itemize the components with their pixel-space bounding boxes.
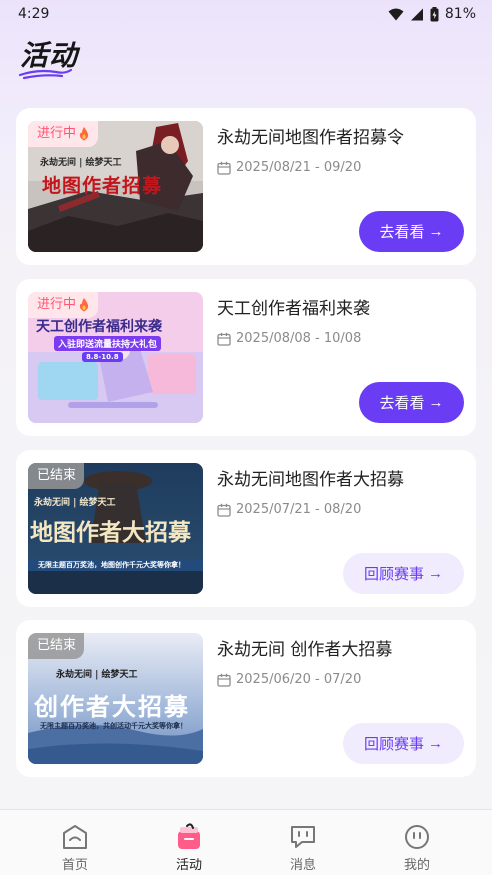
activity-banner[interactable]: 天工创作者福利来袭 入驻即送流量扶持大礼包 8.8-10.8 进行中: [28, 292, 203, 423]
title-underline: [18, 68, 73, 80]
activity-banner[interactable]: 永劫无间 | 绘梦天工 创作者大招募 无限主题百万奖池，共创活动千元大奖等你拿！…: [28, 633, 203, 764]
status-tag: 进行中: [28, 121, 99, 147]
banner-dates: 8.8-10.8: [82, 352, 123, 362]
signal-icon: [410, 8, 423, 20]
button-label: 回顾赛事: [363, 736, 424, 753]
tab-profile[interactable]: 我的: [362, 810, 472, 875]
activity-date: 2025/07/21 - 08/20: [217, 502, 361, 517]
banner-headline: 地图作者招募: [42, 175, 163, 197]
status-time: 4:29: [18, 6, 50, 22]
wifi-icon: [388, 8, 404, 20]
tab-home[interactable]: 首页: [20, 810, 130, 875]
activity-date-range: 2025/08/21 - 09/20: [236, 160, 362, 175]
banner-headline: 地图作者大招募: [30, 519, 191, 546]
status-tag-label: 已结束: [37, 468, 77, 483]
status-tag-label: 已结束: [37, 638, 77, 653]
activity-card[interactable]: 永劫无间 | 绘梦天工 创作者大招募 无限主题百万奖池，共创活动千元大奖等你拿！…: [16, 620, 476, 777]
review-event-button[interactable]: 回顾赛事 →: [343, 723, 464, 764]
activity-date-range: 2025/06/20 - 07/20: [236, 672, 362, 687]
activity-card[interactable]: 天工创作者福利来袭 入驻即送流量扶持大礼包 8.8-10.8 进行中 天工创作者…: [16, 279, 476, 436]
activity-date: 2025/08/08 - 10/08: [217, 331, 361, 346]
arrow-right-icon: →: [428, 565, 443, 582]
activity-title: 天工创作者福利来袭: [217, 299, 370, 319]
banner-logo: 永劫无间 | 绘梦天工: [40, 158, 122, 168]
banner-logo: 永劫无间 | 绘梦天工: [56, 670, 138, 680]
fire-icon: [79, 298, 89, 312]
fire-icon: [79, 127, 89, 141]
activity-banner[interactable]: 永劫无间 | 绘梦天工 地图作者招募 进行中: [28, 121, 203, 252]
arrow-right-icon: →: [428, 394, 444, 411]
battery-level: 81%: [444, 6, 476, 22]
button-label: 去看看: [379, 224, 425, 241]
activity-title: 永劫无间 创作者大招募: [217, 640, 393, 660]
message-icon: [291, 826, 315, 848]
banner-subtitle: 入驻即送流量扶持大礼包: [54, 336, 162, 351]
activity-card[interactable]: 永劫无间 | 绘梦天工 地图作者大招募 无限主题百万奖池，地图创作千元大奖等你拿…: [16, 450, 476, 607]
arrow-right-icon: →: [428, 735, 443, 752]
banner-headline: 创作者大招募: [34, 692, 190, 721]
status-tag: 进行中: [28, 292, 99, 318]
activity-title: 永劫无间地图作者大招募: [217, 470, 404, 490]
activity-banner[interactable]: 永劫无间 | 绘梦天工 地图作者大招募 无限主题百万奖池，地图创作千元大奖等你拿…: [28, 463, 203, 594]
activity-title: 永劫无间地图作者招募令: [217, 128, 404, 148]
status-indicators: 81%: [388, 6, 476, 22]
tab-label: 我的: [403, 858, 430, 873]
tab-label: 首页: [61, 858, 88, 873]
status-tag: 已结束: [28, 633, 85, 659]
review-event-button[interactable]: 回顾赛事 →: [343, 553, 464, 594]
home-icon: [63, 825, 87, 849]
status-tag: 已结束: [28, 463, 85, 489]
battery-icon: [430, 6, 439, 21]
banner-subtitle: 无限主题百万奖池，地图创作千元大奖等你拿！: [38, 561, 185, 569]
profile-icon: [405, 825, 429, 849]
status-tag-label: 进行中: [37, 297, 77, 312]
view-activity-button[interactable]: 去看看 →: [359, 211, 464, 252]
view-activity-button[interactable]: 去看看 →: [359, 382, 464, 423]
tab-activity[interactable]: 活动: [134, 810, 244, 875]
calendar-icon: [217, 161, 231, 175]
activity-date: 2025/08/21 - 09/20: [217, 160, 361, 175]
activity-card[interactable]: 永劫无间 | 绘梦天工 地图作者招募 进行中 永劫无间地图作者招募令 2025/…: [16, 108, 476, 265]
tab-label: 消息: [289, 858, 316, 873]
tab-label: 活动: [175, 858, 202, 873]
activity-date-range: 2025/07/21 - 08/20: [236, 502, 362, 517]
banner-headline: 天工创作者福利来袭: [36, 319, 162, 335]
button-label: 回顾赛事: [363, 566, 424, 583]
button-label: 去看看: [379, 395, 425, 412]
calendar-icon: [217, 332, 231, 346]
banner-subtitle: 无限主题百万奖池，共创活动千元大奖等你拿！: [40, 722, 187, 730]
tab-messages[interactable]: 消息: [248, 810, 358, 875]
bottom-tab-bar: 首页 活动 消息 我的: [0, 809, 492, 875]
activity-icon: [178, 823, 200, 849]
calendar-icon: [217, 503, 231, 517]
banner-logo: 永劫无间 | 绘梦天工: [34, 498, 116, 508]
calendar-icon: [217, 673, 231, 687]
arrow-right-icon: →: [428, 223, 444, 240]
status-tag-label: 进行中: [37, 126, 77, 141]
activity-date: 2025/06/20 - 07/20: [217, 672, 361, 687]
status-bar: 4:29 81%: [0, 0, 492, 28]
activity-date-range: 2025/08/08 - 10/08: [236, 331, 362, 346]
